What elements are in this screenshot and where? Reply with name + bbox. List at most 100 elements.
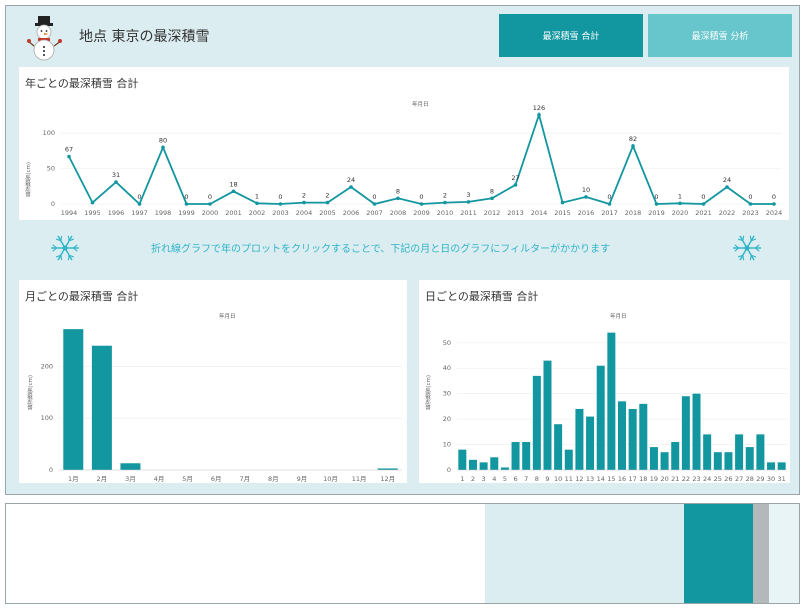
yearly-point[interactable] [654,202,659,206]
yearly-point[interactable] [607,202,612,206]
dashboard: 地点 東京の最深積雪 最深積雪 合計 最深積雪 分析 年ごとの最深積雪 合計 年… [5,5,800,495]
yearly-xtick: 2001 [225,209,242,217]
daily-bar[interactable] [703,434,712,470]
yearly-point[interactable] [725,185,729,189]
daily-ytick: 0 [447,466,451,474]
yearly-xtick: 2016 [578,209,595,217]
yearly-point[interactable] [349,185,353,189]
yearly-point[interactable] [419,202,424,206]
monthly-xtick: 5月 [182,475,193,483]
yearly-point[interactable] [584,195,588,199]
daily-xtick: 2 [471,475,475,483]
tab-total[interactable]: 最深積雪 合計 [499,14,643,57]
page-title: 地点 東京の最深積雪 [79,29,210,45]
daily-bar[interactable] [618,401,626,470]
monthly-bar-chart[interactable]: 0 100 200 1月 2月 3月 4月 5月 6月 7月 8月 9月 10月 11月 12月 [19,280,407,483]
yearly-point[interactable] [255,201,259,206]
yearly-xtick: 2008 [390,209,407,217]
yearly-point[interactable] [231,189,236,194]
yearly-xtick: 2014 [531,209,548,217]
yearly-point[interactable] [325,200,330,205]
tab-analysis[interactable]: 最深積雪 分析 [648,14,792,57]
daily-bar[interactable] [777,462,786,470]
daily-bar[interactable] [468,459,477,470]
daily-bar[interactable] [681,396,690,470]
monthly-bar[interactable] [120,463,141,470]
yearly-ytick: 100 [43,129,55,137]
daily-bar[interactable] [724,452,733,470]
yearly-point[interactable] [466,200,471,204]
daily-bar[interactable] [767,462,776,470]
yearly-point[interactable] [443,200,447,205]
yearly-point[interactable] [748,202,753,206]
daily-bar[interactable] [522,442,531,470]
monthly-panel: 月ごとの最深積雪 合計 年月日 最深積雪(cm) 0 100 200 1月 2月 3月 4月… [19,280,407,483]
daily-bar[interactable] [458,449,467,470]
yearly-point[interactable] [302,200,306,205]
yearly-point[interactable] [560,200,565,205]
daily-bar[interactable] [607,332,616,470]
daily-bar-chart[interactable]: 010203040501 2 3 4 5 6 7 8 9 10 11 12 13 14 15 16 17 18 19… [419,280,790,483]
yearly-point[interactable] [537,113,541,117]
yearly-point[interactable] [67,154,71,159]
daily-bar[interactable] [628,408,637,470]
daily-bar[interactable] [745,447,754,470]
yearly-xtick: 2020 [672,209,689,217]
daily-bar[interactable] [532,375,541,470]
daily-bar[interactable] [479,462,488,470]
yearly-point[interactable] [396,196,400,201]
yearly-point[interactable] [701,202,706,206]
yearly-xtick: 2022 [719,209,736,217]
daily-bar[interactable] [649,447,658,470]
daily-xtick: 25 [714,475,722,483]
daily-xtick: 16 [618,475,626,483]
yearly-point[interactable] [372,202,377,206]
monthly-bar[interactable] [91,345,112,470]
daily-bar[interactable] [586,416,595,470]
yearly-point[interactable] [114,180,118,184]
yearly-data-label: 1 [255,192,259,200]
daily-xtick: 21 [671,475,679,483]
daily-bar[interactable] [639,403,648,470]
daily-bar[interactable] [756,434,765,470]
daily-bar[interactable] [671,442,680,470]
yearly-point[interactable] [772,202,776,206]
daily-xtick: 27 [735,475,743,483]
yearly-point[interactable] [161,145,165,150]
yearly-xtick: 1995 [84,209,101,217]
yearly-point[interactable] [490,196,494,201]
daily-bar[interactable] [564,449,573,470]
daily-bar[interactable] [692,393,701,470]
yearly-data-label: 2 [443,192,447,200]
yearly-xtick: 2015 [554,209,571,217]
yearly-data-label: 0 [607,193,611,201]
yearly-point[interactable] [278,202,283,206]
daily-ytick: 30 [443,390,451,398]
daily-bar[interactable] [660,452,669,470]
daily-bar[interactable] [511,442,520,470]
yearly-point[interactable] [90,200,95,205]
strip-pale [769,504,799,603]
yearly-point[interactable] [631,144,635,148]
yearly-point[interactable] [184,202,189,206]
yearly-point[interactable] [137,202,142,206]
daily-bar[interactable] [554,424,563,470]
daily-bar[interactable] [735,434,744,470]
yearly-xtick: 1999 [178,209,195,217]
yearly-point[interactable] [208,202,212,206]
daily-bar[interactable] [490,457,499,470]
daily-bar[interactable] [596,365,605,470]
daily-xtick: 13 [586,475,594,483]
daily-bar[interactable] [575,408,584,470]
yearly-xtick: 2017 [601,209,618,217]
daily-bar[interactable] [713,452,722,470]
snowflake-center [62,245,68,251]
yearly-line-chart[interactable]: 050100671994 1995311996019978019980199902… [19,67,789,220]
monthly-bar[interactable] [63,329,84,470]
daily-bar[interactable] [500,467,509,470]
yearly-point[interactable] [678,201,682,206]
snowflake-branch [60,255,63,261]
yearly-point[interactable] [513,183,518,187]
daily-bar[interactable] [543,360,552,470]
daily-xtick: 1 [460,475,464,483]
